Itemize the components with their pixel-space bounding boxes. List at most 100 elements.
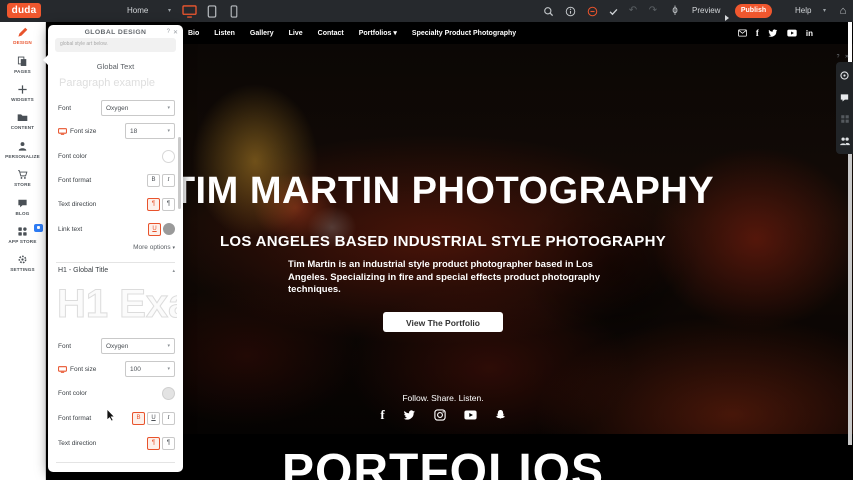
site-nav-social: f in: [738, 22, 813, 44]
top-bar: duda Home ▾ ↶ ↷ ɸ Preview Publish Help ▾…: [0, 0, 853, 22]
panel-scrollbar[interactable]: [178, 137, 181, 209]
h1-font-size-select[interactable]: 100▾: [125, 361, 175, 377]
sidebar-item-content[interactable]: CONTENT: [0, 107, 45, 135]
font-color-label: Font color: [58, 153, 87, 160]
help-chevron-icon[interactable]: ▾: [823, 0, 826, 22]
collapse-chevron-icon[interactable]: ▴: [172, 268, 175, 274]
rtoolbar-close-icon[interactable]: ✕: [845, 54, 851, 60]
h1-font-size-row: Font size 100▾: [58, 361, 175, 377]
panel-help-icon[interactable]: ?: [167, 29, 170, 35]
editor-sidebar: DESIGN PAGES WIDGETS CONTENT PERSONALIZE…: [0, 22, 46, 480]
nav-item-portfolios[interactable]: Portfolios▾: [359, 29, 397, 37]
italic-button[interactable]: I: [162, 174, 175, 187]
info-icon[interactable]: [563, 4, 577, 18]
link-color-swatch[interactable]: [163, 223, 175, 235]
twitter-icon[interactable]: [403, 410, 416, 421]
direction-ltr-icon[interactable]: ¶: [147, 437, 160, 450]
link-underline-button[interactable]: U: [148, 223, 161, 236]
font-size-select[interactable]: 18▾: [125, 123, 175, 139]
app-store-notification-badge: [34, 224, 43, 232]
snapchat-icon[interactable]: [495, 409, 506, 421]
page-selector-chevron-icon[interactable]: ▾: [168, 0, 171, 22]
chevron-down-icon: ▾: [167, 105, 170, 111]
direction-ltr-icon[interactable]: ¶: [147, 198, 160, 211]
direction-rtl-icon[interactable]: ¶: [162, 437, 175, 450]
duda-logo[interactable]: duda: [7, 3, 41, 18]
sidebar-item-settings[interactable]: SETTINGS: [0, 249, 45, 277]
font-size-row: Font size 18▾: [58, 123, 175, 139]
chevron-down-icon: ▾: [167, 366, 170, 372]
sidebar-item-label: APP STORE: [8, 239, 36, 244]
font-label: Font: [58, 343, 71, 350]
publish-button[interactable]: Publish: [735, 4, 772, 18]
font-color-label: Font color: [58, 390, 87, 397]
h1-text-direction-row: Text direction ¶ ¶: [58, 435, 175, 451]
widgets-plus-icon: [17, 84, 28, 95]
divider: [56, 462, 175, 463]
direction-rtl-icon[interactable]: ¶: [162, 198, 175, 211]
font-format-label: Font format: [58, 177, 91, 184]
undo-icon[interactable]: ↶: [626, 4, 640, 18]
nav-item-live[interactable]: Live: [289, 30, 303, 37]
search-icon[interactable]: [541, 4, 555, 18]
sidebar-item-widgets[interactable]: WIDGETS: [0, 79, 45, 107]
h1-section-header[interactable]: H1 - Global Title ▴: [58, 267, 175, 274]
font-format-row: Font format B I: [58, 172, 175, 188]
font-row: Font Oxygen▾: [58, 100, 175, 116]
help-menu[interactable]: Help: [795, 0, 811, 22]
saved-check-icon[interactable]: [606, 4, 620, 18]
panel-close-icon[interactable]: ✕: [173, 29, 178, 36]
more-options-link[interactable]: More options ▾: [133, 244, 175, 251]
facebook-icon[interactable]: f: [380, 407, 384, 423]
desktop-view-icon[interactable]: [181, 4, 198, 18]
feedback-comment-icon[interactable]: [839, 93, 850, 103]
preview-play-icon[interactable]: [725, 8, 729, 26]
sidebar-item-pages[interactable]: PAGES: [0, 50, 45, 78]
comments-icon[interactable]: [585, 4, 599, 18]
font-label: Font: [58, 105, 71, 112]
link-text-label: Link text: [58, 226, 82, 233]
sidebar-item-label: STORE: [14, 182, 31, 187]
email-icon[interactable]: [738, 29, 747, 37]
team-people-icon[interactable]: [839, 136, 851, 146]
preview-button[interactable]: Preview: [692, 0, 720, 22]
youtube-icon[interactable]: [464, 410, 477, 420]
nav-item-bio[interactable]: Bio: [188, 30, 199, 37]
sidebar-item-store[interactable]: STORE: [0, 164, 45, 192]
font-color-swatch[interactable]: [162, 150, 175, 163]
nav-item-listen[interactable]: Listen: [214, 30, 235, 37]
page-selector[interactable]: Home: [127, 0, 148, 22]
sections-grid-icon[interactable]: [840, 114, 850, 124]
redo-icon[interactable]: ↷: [646, 4, 660, 18]
font-select[interactable]: Oxygen▾: [101, 100, 175, 116]
facebook-icon[interactable]: f: [756, 28, 759, 38]
hero-paragraph[interactable]: Tim Martin is an industrial style produc…: [288, 259, 600, 297]
paragraph-style-preview: Paragraph example: [59, 77, 155, 89]
nav-item-specialty[interactable]: Specialty Product Photography: [412, 30, 516, 37]
instagram-icon[interactable]: [434, 409, 446, 421]
bold-button[interactable]: B: [147, 174, 160, 187]
mobile-view-icon[interactable]: [227, 4, 241, 18]
sidebar-item-personalize[interactable]: PERSONALIZE: [0, 136, 45, 164]
h1-underline-button[interactable]: U: [147, 412, 160, 425]
link-text-row: Link text U: [58, 221, 175, 237]
twitter-icon[interactable]: [768, 29, 778, 38]
tour-target-icon[interactable]: [839, 70, 850, 81]
sidebar-item-label: PAGES: [14, 69, 31, 74]
nav-item-contact[interactable]: Contact: [318, 30, 344, 37]
sidebar-item-design[interactable]: DESIGN: [0, 22, 45, 50]
h1-italic-button[interactable]: I: [162, 412, 175, 425]
h1-bold-button[interactable]: B: [132, 412, 145, 425]
nav-item-gallery[interactable]: Gallery: [250, 30, 274, 37]
rtoolbar-help-icon[interactable]: ?: [837, 54, 842, 60]
dev-mode-icon[interactable]: ɸ: [668, 4, 682, 18]
youtube-icon[interactable]: [787, 29, 797, 37]
dashboard-home-icon[interactable]: ⌂: [836, 4, 850, 18]
linkedin-icon[interactable]: in: [806, 29, 813, 38]
h1-font-select[interactable]: Oxygen▾: [101, 338, 175, 354]
sidebar-item-blog[interactable]: BLOG: [0, 192, 45, 220]
sidebar-item-app-store[interactable]: APP STORE: [0, 221, 45, 249]
h1-font-color-swatch[interactable]: [162, 387, 175, 400]
view-portfolio-button[interactable]: View The Portfolio: [383, 312, 503, 332]
tablet-view-icon[interactable]: [205, 4, 219, 18]
